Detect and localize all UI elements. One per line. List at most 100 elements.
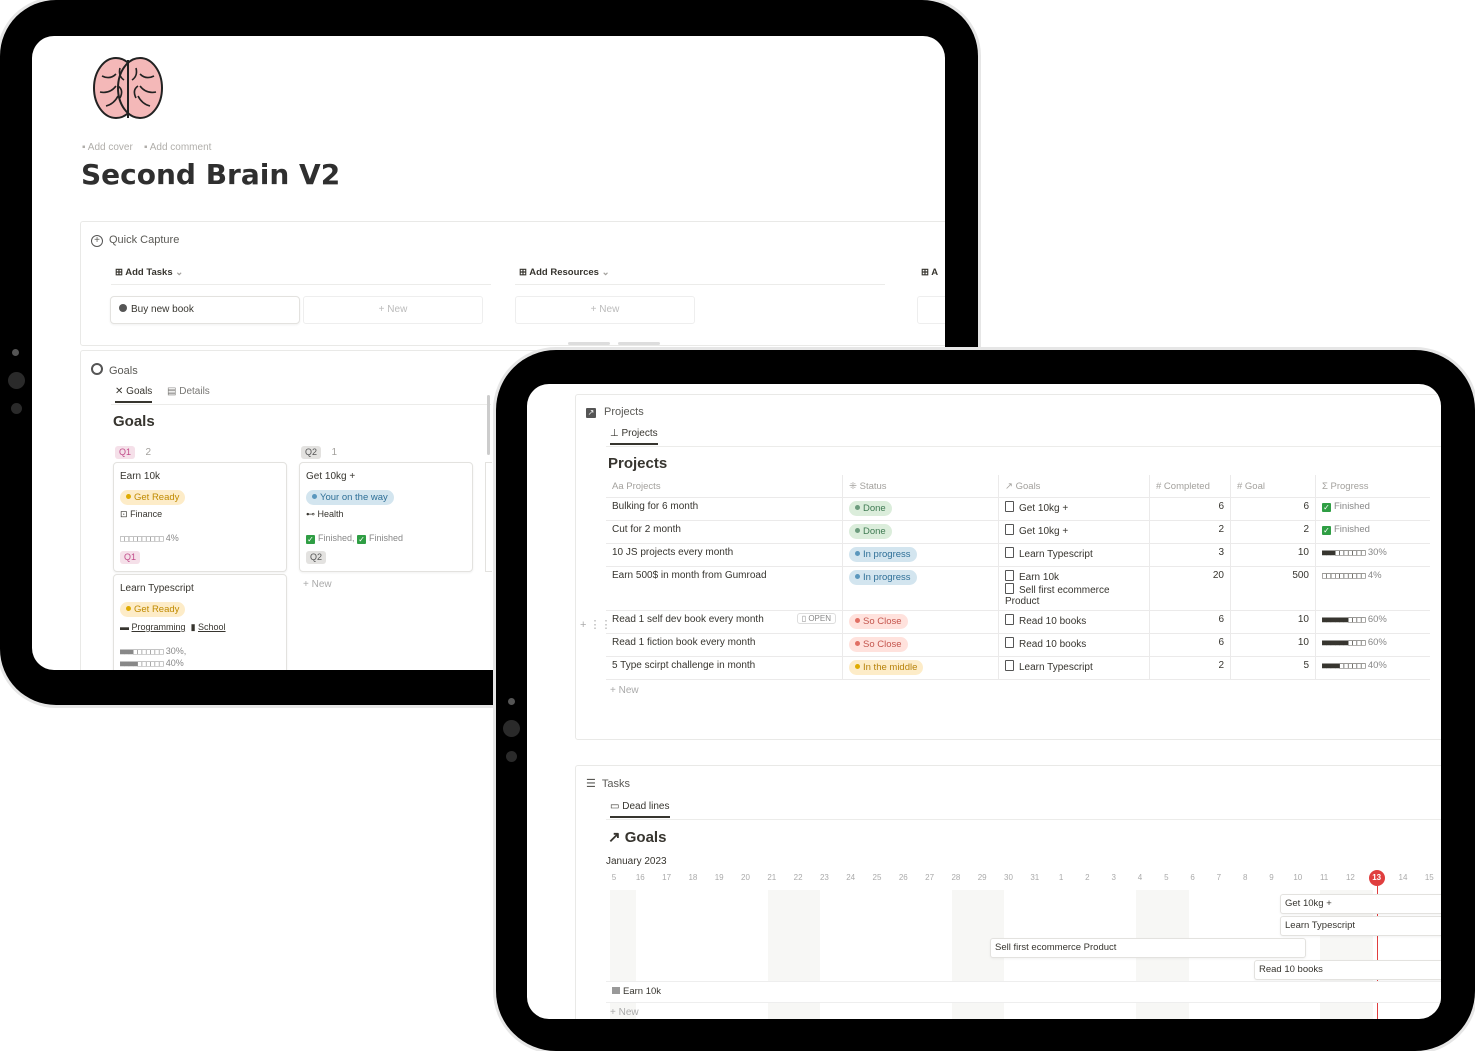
table-row[interactable]: Cut for 2 month Done Get 10kg +2 2 ✓ Finished <box>606 520 1430 544</box>
new-project-button[interactable]: + New <box>610 685 639 696</box>
cell-completed[interactable]: 20 <box>1149 566 1231 611</box>
projects-panel: ↗ Projects ⊥ Projects Projects Aa Project… <box>575 394 1441 740</box>
cell-completed[interactable]: 6 <box>1149 633 1231 657</box>
timeline-bar-ecommerce[interactable]: Sell first ecommerce Product <box>990 938 1306 958</box>
cell-project-name[interactable]: Read 1 fiction book every month <box>606 633 843 657</box>
tab-projects[interactable]: ⊥ Projects <box>610 428 658 445</box>
cell-goals[interactable]: Get 10kg + <box>998 497 1150 521</box>
goal-link[interactable]: Learn Typescript <box>1005 547 1143 560</box>
page-icon <box>1005 547 1014 558</box>
cell-goals[interactable]: Learn Typescript <box>998 656 1150 680</box>
goal-link[interactable]: Read 10 books <box>1005 614 1143 627</box>
cell-goal[interactable]: 2 <box>1230 520 1316 544</box>
comment-icon: ▪ <box>143 142 148 153</box>
cell-progress[interactable]: ■■■□□□□□□□ 30% <box>1315 543 1430 567</box>
page-icon <box>1005 614 1014 625</box>
earn-10k-row[interactable]: Earn 10k <box>606 981 1441 1003</box>
cell-goal[interactable]: 10 <box>1230 543 1316 567</box>
cell-status[interactable]: In progress <box>842 566 999 611</box>
checkbox-icon: ✓ <box>1322 526 1331 535</box>
new-goal-button[interactable]: + New <box>303 579 332 590</box>
goal-link[interactable]: Read 10 books <box>1005 637 1143 650</box>
cell-progress[interactable]: ■■■■■■□□□□ 60% <box>1315 633 1430 657</box>
table-row[interactable]: Bulking for 6 month Done Get 10kg +6 6 ✓ Fini… <box>606 497 1430 521</box>
cell-completed[interactable]: 3 <box>1149 543 1231 567</box>
cell-status[interactable]: Done <box>842 520 999 544</box>
goal-link[interactable]: Sell first ecommerce Product <box>1005 583 1143 607</box>
table-row[interactable]: Earn 500$ in month from Gumroad In progre… <box>606 566 1430 611</box>
cell-progress[interactable]: ■■■■■■□□□□ 60% <box>1315 610 1430 634</box>
cell-project-name[interactable]: 10 JS projects every month <box>606 543 843 567</box>
table-row[interactable]: Read 1 self dev book every month ▯ OPEN So… <box>606 610 1430 634</box>
scrollbar[interactable] <box>487 395 490 455</box>
goal-link[interactable]: Earn 10k <box>1005 570 1143 583</box>
cell-completed[interactable]: 2 <box>1149 656 1231 680</box>
add-comment-button[interactable]: ▪ Add comment <box>144 142 211 153</box>
task-card[interactable]: Buy new book <box>110 296 300 324</box>
column-header-projects[interactable]: Aa Projects <box>606 475 843 498</box>
timeline-bar-get-10kg[interactable]: Get 10kg + <box>1280 894 1441 914</box>
column-header-progress[interactable]: Σ Progress <box>1315 475 1430 498</box>
goal-link[interactable]: Learn Typescript <box>1005 660 1143 673</box>
column-header-goals[interactable]: ↗ Goals <box>998 475 1150 498</box>
cell-project-name[interactable]: 5 Type scirpt challenge in month <box>606 656 843 680</box>
column-header-goal[interactable]: # Goal <box>1230 475 1316 498</box>
table-row[interactable]: 10 JS projects every month In progress Lea… <box>606 543 1430 567</box>
goal-card-earn-10k[interactable]: Earn 10k Get Ready ⊡ Finance □□□□□□□□□□ … <box>113 462 287 572</box>
column-header-completed[interactable]: # Completed <box>1149 475 1231 498</box>
cell-completed[interactable]: 6 <box>1149 610 1231 634</box>
cell-goal[interactable]: 10 <box>1230 633 1316 657</box>
scroll-indicator[interactable] <box>568 342 610 345</box>
progress-indicator: □□□□□□□□□□ 4% <box>120 533 179 543</box>
cell-project-name[interactable]: Bulking for 6 month <box>606 497 843 521</box>
cell-project-name[interactable]: Earn 500$ in month from Gumroad <box>606 566 843 611</box>
open-button[interactable]: ▯ OPEN <box>796 613 836 624</box>
clipped-view[interactable]: ⊞ A <box>921 267 938 278</box>
add-resources-view[interactable]: ⊞ Add Resources ⌄ <box>519 267 610 278</box>
cell-goals[interactable]: Read 10 books <box>998 633 1150 657</box>
cell-goal[interactable]: 10 <box>1230 610 1316 634</box>
cell-goals[interactable]: Learn Typescript <box>998 543 1150 567</box>
cell-progress[interactable]: ■■■■□□□□□□ 40% <box>1315 656 1430 680</box>
new-resource-button[interactable]: + New <box>515 296 695 324</box>
goal-card-get-10kg[interactable]: Get 10kg + Your on the way ⊷ Health ✓ Fin… <box>299 462 473 572</box>
add-tasks-view[interactable]: ⊞ Add Tasks ⌄ <box>115 267 183 278</box>
scroll-indicator[interactable] <box>618 342 660 345</box>
cell-goals[interactable]: Get 10kg + <box>998 520 1150 544</box>
table-row[interactable]: 5 Type scirpt challenge in month In the m… <box>606 656 1430 680</box>
column-header-status[interactable]: ⁜ Status <box>842 475 999 498</box>
cell-goal[interactable]: 500 <box>1230 566 1316 611</box>
clipped-new-button[interactable] <box>917 296 945 324</box>
cell-progress[interactable]: ✓ Finished <box>1315 520 1430 544</box>
cell-goal[interactable]: 6 <box>1230 497 1316 521</box>
cell-status[interactable]: In progress <box>842 543 999 567</box>
cell-status[interactable]: In the middle <box>842 656 999 680</box>
cell-project-name[interactable]: Cut for 2 month <box>606 520 843 544</box>
timeline-bar-read-10-books[interactable]: Read 10 books <box>1254 960 1441 980</box>
row-drag-handle[interactable]: + ⋮⋮ <box>580 618 611 631</box>
cell-completed[interactable]: 2 <box>1149 520 1231 544</box>
goal-link[interactable]: Get 10kg + <box>1005 501 1143 514</box>
cell-status[interactable]: So Close <box>842 610 999 634</box>
timeline-bar-learn-typescript[interactable]: Learn Typescript <box>1280 916 1441 936</box>
goal-link[interactable]: Get 10kg + <box>1005 524 1143 537</box>
cell-progress[interactable]: □□□□□□□□□□ 4% <box>1315 566 1430 611</box>
tab-details[interactable]: ▤ Details <box>167 386 210 397</box>
cell-goals[interactable]: Read 10 books <box>998 610 1150 634</box>
tab-dead-lines[interactable]: ▭ Dead lines <box>610 801 670 818</box>
tasks-panel: ☰ Tasks ▭ Dead lines ↗ Goals January 2023… <box>575 765 1441 1019</box>
new-task-button[interactable]: + New <box>610 1007 639 1018</box>
table-row[interactable]: Read 1 fiction book every month So Close R… <box>606 633 1430 657</box>
timeline-day: 21 <box>767 873 777 882</box>
tab-goals[interactable]: ✕ Goals <box>115 386 153 403</box>
cell-goals[interactable]: Earn 10k Sell first ecommerce Product <box>998 566 1150 611</box>
new-task-button[interactable]: + New <box>303 296 483 324</box>
cell-status[interactable]: So Close <box>842 633 999 657</box>
cell-progress[interactable]: ✓ Finished <box>1315 497 1430 521</box>
cell-completed[interactable]: 6 <box>1149 497 1231 521</box>
cell-goal[interactable]: 5 <box>1230 656 1316 680</box>
cell-status[interactable]: Done <box>842 497 999 521</box>
cell-project-name[interactable]: Read 1 self dev book every month ▯ OPEN <box>606 610 843 634</box>
goal-card-learn-typescript[interactable]: Learn Typescript Get Ready ▬ Programming… <box>113 574 287 670</box>
add-cover-button[interactable]: ▪ Add cover <box>82 142 133 153</box>
